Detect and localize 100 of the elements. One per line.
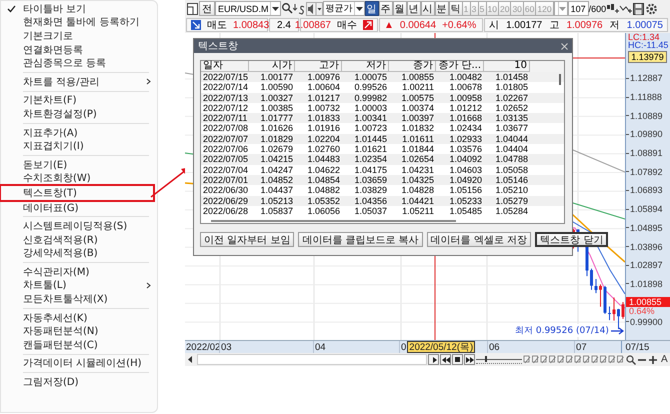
dialog-button[interactable]: 텍스트창 닫기 xyxy=(535,232,608,247)
period-tab[interactable]: 주 xyxy=(378,1,393,16)
date-label: 03 xyxy=(221,342,232,352)
menu-item[interactable]: 관심종목으로 등록 xyxy=(1,56,157,70)
table-cell-text: 1.00958 xyxy=(448,92,483,103)
table-cell-text: 1.01777 xyxy=(259,113,294,124)
table-cell-text: 2022/06/29 xyxy=(202,196,249,206)
period-tab[interactable]: 월 xyxy=(392,1,407,16)
table-cell-text: 1.04325 xyxy=(400,174,435,186)
date-label: 07/15 xyxy=(626,342,650,352)
date-label: 04 xyxy=(314,342,326,352)
dialog-button[interactable]: 데이터를 클립보드로 복사 xyxy=(298,232,423,247)
lc-label: LC:1.34 xyxy=(627,33,660,41)
period-tab[interactable]: 년 xyxy=(406,1,421,16)
period-tab[interactable]: 시 xyxy=(420,1,435,16)
change-percent: 0.64% xyxy=(628,307,656,316)
menu-item[interactable]: 기본크기로 xyxy=(1,29,157,43)
dialog-button[interactable]: 이전 일자부터 보임 xyxy=(200,232,294,247)
menu-item[interactable]: 시스템트레이딩적용(S) xyxy=(1,219,157,233)
axis-label: 1.11888 xyxy=(630,92,662,102)
table-cell-text: 1.03659 xyxy=(353,174,388,186)
sell-price: 1.00843 xyxy=(233,20,270,30)
market-button[interactable]: 전 xyxy=(199,1,215,16)
period-tab[interactable]: 일 xyxy=(364,1,379,16)
menu-item[interactable]: 타이틀바 보기 xyxy=(1,2,157,16)
table-cell-text: 1.00604 xyxy=(306,82,341,93)
menu-item[interactable]: 돋보기(E) xyxy=(1,158,157,172)
table-cell-text: 1.04788 xyxy=(494,154,529,165)
table-cell-text: 1.00075 xyxy=(353,72,388,82)
table-cell-text: 1.00003 xyxy=(353,102,388,114)
table-cell-text: 1.00374 xyxy=(400,102,435,114)
table-cell-text: 0.99526 xyxy=(353,82,388,93)
table-cell-text: 1.01833 xyxy=(306,113,341,124)
menu-item[interactable]: 수치조회창(W) xyxy=(1,172,157,186)
table-cell-text: 1.01626 xyxy=(259,123,294,134)
menu-item[interactable]: 캔들패턴분석(C) xyxy=(1,338,157,352)
symbol-dropdown[interactable]: EUR/USD.M xyxy=(215,1,281,16)
table-cell-text: 1.04882 xyxy=(306,185,341,196)
table-cell-text: 1.00177 xyxy=(259,72,294,82)
table-cell-text: 1.00482 xyxy=(448,72,483,82)
menu-item[interactable]: 텍스트창(T) xyxy=(1,186,153,200)
menu-item[interactable]: 모든차트툴삭제(X) xyxy=(1,292,157,306)
table-cell-text: 1.04092 xyxy=(448,154,483,165)
buy-label: 매수 xyxy=(337,19,357,32)
menu-item[interactable]: 기본차트(F) xyxy=(1,94,157,108)
table-cell-text: 1.05213 xyxy=(259,196,294,206)
table-cell-text: 1.04622 xyxy=(306,164,341,175)
dialog-button[interactable]: 데이터를 엑셀로 저장 xyxy=(426,232,532,247)
table-cell-text: 1.02654 xyxy=(400,154,435,165)
menu-item[interactable]: 신호검색적용(R) xyxy=(1,232,157,246)
table-cell-text: 1.01611 xyxy=(401,134,435,144)
table-cell-text: 1.05279 xyxy=(494,196,529,206)
table-cell-text: 1.02933 xyxy=(448,134,483,144)
table-cell-text: 1.05485 xyxy=(448,206,483,216)
table-cell-text: 1.04044 xyxy=(494,134,529,144)
table-cell-text: 1.04437 xyxy=(259,185,294,196)
table-cell-text: 1.03829 xyxy=(353,185,388,196)
table-cell-text: 1.01832 xyxy=(400,123,435,134)
high-label: 고 xyxy=(549,19,560,32)
table-cell-text: 1.00855 xyxy=(400,72,435,82)
menu-item[interactable]: 그림저장(D) xyxy=(1,375,157,389)
menu-item[interactable]: 지표추가(A) xyxy=(1,126,157,140)
table-cell-text: 1.01212 xyxy=(448,102,483,114)
table-cell-text: 2022/07/08 xyxy=(202,123,249,134)
period-tab[interactable]: 틱 xyxy=(448,1,463,16)
table-cell-text: 1.02679 xyxy=(259,144,294,154)
axis-label: 1.01898 xyxy=(630,278,663,289)
menu-item[interactable]: 연결화면등록 xyxy=(1,42,157,56)
menu-item[interactable]: 지표겹치기(I) xyxy=(1,139,157,153)
table-cell-text: 1.02267 xyxy=(494,92,529,103)
price-type-dropdown[interactable]: 평균가 xyxy=(322,1,365,16)
menu-item[interactable]: 강세약세적용(B) xyxy=(1,246,157,260)
table-cell-text: 1.04231 xyxy=(400,164,435,175)
axis-label: 1.07892 xyxy=(630,166,663,177)
menu-item[interactable]: 자동추세선(K) xyxy=(1,310,157,324)
table-cell-text: 1.02760 xyxy=(306,144,341,154)
menu-item[interactable]: 현재화면 툴바에 등록하기 xyxy=(1,16,157,30)
menu-item[interactable]: 차트툴(L) xyxy=(1,278,157,292)
font-button[interactable]: A xyxy=(659,354,670,365)
count-field[interactable]: 107 xyxy=(568,1,589,16)
menu-item[interactable]: 수식관리자(M) xyxy=(1,265,157,279)
last-price-badge: 1.00855 xyxy=(626,297,670,308)
change-value: 0.00644 xyxy=(400,20,436,30)
period-tab[interactable]: 분 xyxy=(434,1,449,16)
table-cell-text: 1.05837 xyxy=(259,206,294,216)
menu-item[interactable]: 차트환경설정(P) xyxy=(1,107,157,121)
change-rate: +0.64% xyxy=(442,20,476,30)
menu-item[interactable]: 가격데이터 시뮬레이션(H) xyxy=(1,356,157,370)
table-cell-text: 1.04920 xyxy=(448,174,483,186)
menu-item[interactable]: 차트를 적용/관리 xyxy=(1,74,157,89)
table-cell-text: 2022/07/12 xyxy=(202,102,249,114)
table-cell-text: 2022/07/07 xyxy=(202,134,249,144)
menu-item[interactable]: 데이터표(G) xyxy=(1,200,157,214)
table-cell-text: 1.03576 xyxy=(448,144,483,154)
table-cell-text: 1.05211 xyxy=(401,206,435,216)
high-price-badge: 1.13979 xyxy=(628,51,667,63)
date-label: 0 xyxy=(400,342,406,352)
table-cell-text: 1.01668 xyxy=(448,113,483,124)
low-price: 1.00075 xyxy=(626,20,663,30)
menu-item[interactable]: 자동패턴분석(N) xyxy=(1,324,157,338)
